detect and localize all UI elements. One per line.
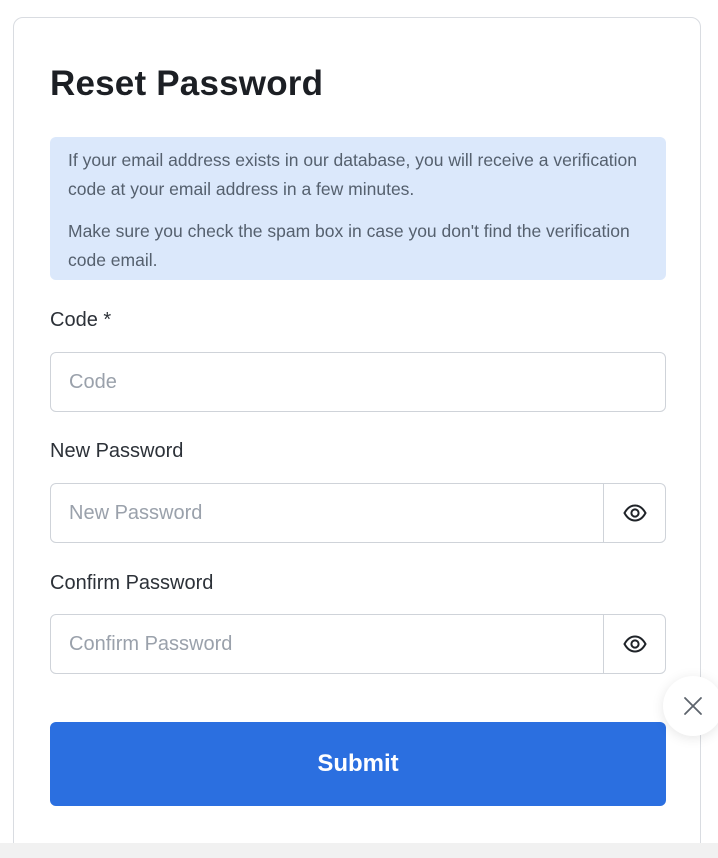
- close-button[interactable]: [663, 676, 718, 736]
- code-label: Code *: [50, 309, 112, 331]
- toggle-new-password-button[interactable]: [603, 484, 665, 542]
- info-alert: If your email address exists in our data…: [50, 137, 666, 280]
- reset-password-card: Reset Password If your email address exi…: [13, 17, 701, 858]
- confirm-password-input[interactable]: [51, 615, 603, 673]
- eye-icon: [622, 504, 647, 522]
- eye-icon: [622, 635, 647, 653]
- bottom-bar: [0, 843, 718, 858]
- submit-button[interactable]: Submit: [50, 722, 666, 806]
- new-password-input[interactable]: [51, 484, 603, 542]
- confirm-password-label: Confirm Password: [50, 572, 214, 594]
- new-password-label: New Password: [50, 440, 184, 462]
- code-field: [50, 352, 666, 412]
- code-input[interactable]: [51, 353, 665, 411]
- new-password-field: [50, 483, 666, 543]
- confirm-password-field: [50, 614, 666, 674]
- info-text-verification: If your email address exists in our data…: [68, 150, 638, 199]
- page: Reset Password If your email address exi…: [0, 0, 718, 858]
- close-icon: [684, 697, 702, 715]
- toggle-confirm-password-button[interactable]: [603, 615, 665, 673]
- info-text-spam: Make sure you check the spam box in case…: [68, 221, 630, 270]
- page-title: Reset Password: [50, 64, 324, 103]
